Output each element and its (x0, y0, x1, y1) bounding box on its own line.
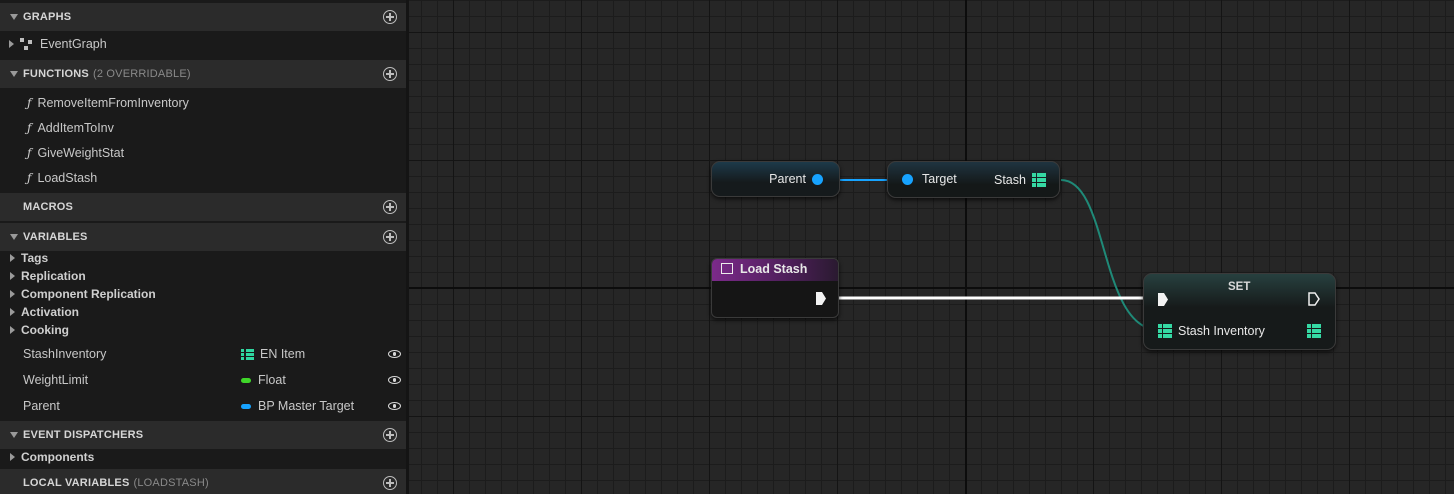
variables-section-header[interactable]: VARIABLES (0, 223, 406, 251)
exec-output-pin[interactable] (1308, 292, 1320, 306)
function-item-label: RemoveItemFromInventory (37, 96, 189, 110)
function-item[interactable]: ƒ GiveWeightStat (0, 142, 406, 164)
graph-item-label: EventGraph (40, 37, 107, 51)
target-input-pin[interactable] (902, 174, 913, 185)
event-dispatchers-section-title: EVENT DISPATCHERS (23, 429, 144, 441)
object-pill-icon (241, 403, 251, 409)
function-item[interactable]: ƒ RemoveItemFromInventory (0, 92, 406, 114)
variable-item-parent[interactable]: Parent BP Master Target (0, 395, 406, 417)
dispatcher-category-label: Components (21, 450, 95, 464)
event-graph-icon (20, 38, 34, 50)
target-pin-label: Target (922, 172, 957, 186)
add-variable-button[interactable] (383, 230, 397, 244)
function-icon: ƒ (27, 146, 32, 160)
function-item[interactable]: ƒ AddItemToInv (0, 117, 406, 139)
add-event-dispatcher-button[interactable] (383, 428, 397, 442)
collapse-caret-icon[interactable] (10, 71, 18, 77)
array-output-pin[interactable] (1032, 173, 1046, 188)
function-item-label: GiveWeightStat (37, 146, 125, 160)
parent-getter-node[interactable]: Parent (711, 161, 840, 197)
variable-name: WeightLimit (23, 373, 89, 387)
function-item-label: AddItemToInv (37, 121, 114, 135)
variable-category-label: Tags (21, 251, 49, 265)
variable-category[interactable]: Replication (0, 266, 406, 286)
collapse-caret-icon[interactable] (10, 14, 18, 20)
local-variables-section-title: LOCAL VARIABLES (23, 477, 130, 489)
variable-item-stashinventory[interactable]: StashInventory EN Item (0, 343, 406, 365)
collapse-caret-icon[interactable] (10, 432, 18, 438)
macros-section-title: MACROS (23, 201, 74, 213)
expand-arrow-icon[interactable] (10, 308, 15, 316)
function-icon: ƒ (27, 96, 32, 110)
visibility-eye-icon[interactable] (388, 350, 401, 358)
expand-arrow-icon[interactable] (9, 40, 14, 48)
variable-category[interactable]: Cooking (0, 320, 406, 340)
local-variables-section-header[interactable]: LOCAL VARIABLES (LOADSTASH) (0, 469, 406, 494)
connection-wires (823, 179, 1160, 331)
parent-pin-label: Parent (769, 172, 806, 186)
add-graph-button[interactable] (383, 10, 397, 24)
local-variables-section-subtitle: (LOADSTASH) (133, 477, 209, 489)
add-macro-button[interactable] (383, 200, 397, 214)
variable-item-weightlimit[interactable]: WeightLimit Float (0, 369, 406, 391)
blueprint-graph-canvas[interactable]: Parent Target Stash Load Stash SET Stash (409, 0, 1454, 494)
stash-pin-label: Stash (994, 173, 1026, 187)
visibility-eye-icon[interactable] (388, 376, 401, 384)
my-blueprint-panel: GRAPHS EventGraph FUNCTIONS (2 OVERRIDAB… (0, 0, 406, 494)
load-stash-title: Load Stash (740, 262, 808, 276)
dispatcher-category[interactable]: Components (0, 447, 406, 467)
variables-section-title: VARIABLES (23, 231, 88, 243)
variable-category-label: Cooking (21, 323, 69, 337)
variable-name: StashInventory (23, 347, 107, 361)
function-item[interactable]: ƒ LoadStash (0, 167, 406, 189)
variable-category[interactable]: Activation (0, 302, 406, 322)
set-node[interactable]: SET Stash Inventory (1143, 273, 1336, 350)
variable-type[interactable]: BP Master Target (241, 399, 354, 413)
add-function-button[interactable] (383, 67, 397, 81)
function-icon: ƒ (27, 171, 32, 185)
graphs-section-header[interactable]: GRAPHS (0, 3, 406, 31)
variable-type-label: BP Master Target (258, 399, 355, 413)
float-pill-icon (241, 377, 251, 383)
graph-item-eventgraph[interactable]: EventGraph (0, 33, 406, 55)
event-dispatchers-section-header[interactable]: EVENT DISPATCHERS (0, 421, 406, 449)
array-grid-icon (241, 348, 254, 361)
expand-arrow-icon[interactable] (10, 272, 15, 280)
exec-input-pin[interactable] (1158, 293, 1168, 306)
variable-type[interactable]: Float (241, 373, 286, 387)
set-node-title: SET (1228, 281, 1251, 293)
variable-category-label: Component Replication (21, 287, 156, 301)
expand-arrow-icon[interactable] (10, 290, 15, 298)
functions-section-header[interactable]: FUNCTIONS (2 OVERRIDABLE) (0, 60, 406, 88)
variable-category[interactable]: Component Replication (0, 284, 406, 304)
variable-type-label: EN Item (260, 347, 306, 361)
variable-type-label: Float (258, 373, 286, 387)
function-item-label: LoadStash (37, 171, 98, 185)
function-icon: ƒ (27, 121, 32, 135)
variable-category-label: Replication (21, 269, 86, 283)
variable-category-label: Activation (21, 305, 80, 319)
visibility-eye-icon[interactable] (388, 402, 401, 410)
array-output-pin[interactable] (1307, 324, 1321, 339)
function-entry-icon (721, 263, 733, 274)
macros-section-header[interactable]: MACROS (0, 193, 406, 221)
object-output-pin[interactable] (812, 174, 823, 185)
collapse-caret-icon[interactable] (10, 234, 18, 240)
load-stash-entry-node[interactable]: Load Stash (711, 258, 839, 318)
array-input-pin[interactable] (1158, 324, 1172, 339)
add-local-variable-button[interactable] (383, 476, 397, 490)
expand-arrow-icon[interactable] (10, 254, 15, 262)
functions-section-title: FUNCTIONS (23, 68, 89, 80)
stash-inventory-pin-label: Stash Inventory (1178, 324, 1265, 338)
variable-name: Parent (23, 399, 60, 413)
expand-arrow-icon[interactable] (10, 453, 15, 461)
variable-category[interactable]: Tags (0, 248, 406, 268)
variable-type[interactable]: EN Item (241, 347, 305, 361)
stash-getter-node[interactable]: Target Stash (887, 161, 1060, 198)
functions-section-subtitle: (2 OVERRIDABLE) (92, 68, 191, 80)
graphs-section-title: GRAPHS (23, 11, 72, 23)
expand-arrow-icon[interactable] (10, 326, 15, 334)
exec-output-pin[interactable] (816, 292, 826, 305)
